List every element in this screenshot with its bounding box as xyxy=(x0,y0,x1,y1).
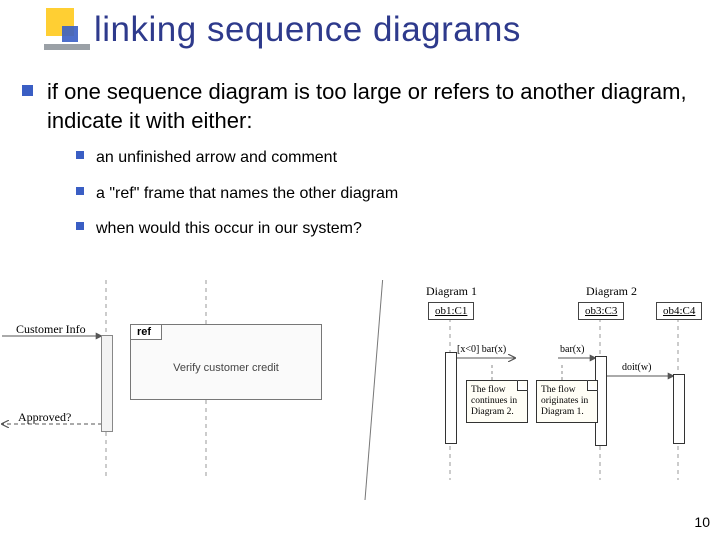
page-title: linking sequence diagrams xyxy=(94,10,521,50)
page-number: 10 xyxy=(694,514,710,530)
sub-bullet: when would this occur in our system? xyxy=(76,216,698,242)
content-body: if one sequence diagram is too large or … xyxy=(22,78,698,252)
title-logo xyxy=(40,8,88,50)
bullet-icon xyxy=(22,85,33,96)
activation-bar xyxy=(445,352,457,444)
object-header: ob4:C4 xyxy=(656,302,702,320)
bullet-icon xyxy=(76,222,84,230)
sub-bullet-text: a "ref" frame that names the other diagr… xyxy=(96,181,398,207)
slide-title-bar: linking sequence diagrams xyxy=(40,8,521,50)
activation-bar xyxy=(101,335,113,432)
object-header: ob1:C1 xyxy=(428,302,474,320)
sub-bullet-list: an unfinished arrow and comment a "ref" … xyxy=(76,145,698,242)
message-label: Approved? xyxy=(18,410,71,425)
main-bullet: if one sequence diagram is too large or … xyxy=(22,78,698,135)
sub-bullet-text: when would this occur in our system? xyxy=(96,216,362,242)
note-box: The flow originates in Diagram 1. xyxy=(536,380,598,423)
ref-frame-label: Verify customer credit xyxy=(137,343,315,393)
ref-frame-tag: ref xyxy=(131,325,162,340)
sub-bullet-text: an unfinished arrow and comment xyxy=(96,145,337,171)
diagram-area: Customer Info Approved? ref Verify custo… xyxy=(0,280,720,500)
message-label: Customer Info xyxy=(16,322,86,337)
message-label: [x<0] bar(x) xyxy=(457,344,506,355)
bullet-icon xyxy=(76,187,84,195)
message-label: bar(x) xyxy=(560,344,584,355)
message-label: doit(w) xyxy=(622,362,651,373)
diagram-title: Diagram 2 xyxy=(586,284,637,299)
sub-bullet: a "ref" frame that names the other diagr… xyxy=(76,181,698,207)
diagram-title: Diagram 1 xyxy=(426,284,477,299)
bullet-icon xyxy=(76,151,84,159)
object-header: ob3:C3 xyxy=(578,302,624,320)
activation-bar xyxy=(673,374,685,444)
sub-bullet: an unfinished arrow and comment xyxy=(76,145,698,171)
note-box: The flow continues in Diagram 2. xyxy=(466,380,528,423)
ref-frame: ref Verify customer credit xyxy=(130,324,322,400)
main-bullet-text: if one sequence diagram is too large or … xyxy=(47,78,698,135)
